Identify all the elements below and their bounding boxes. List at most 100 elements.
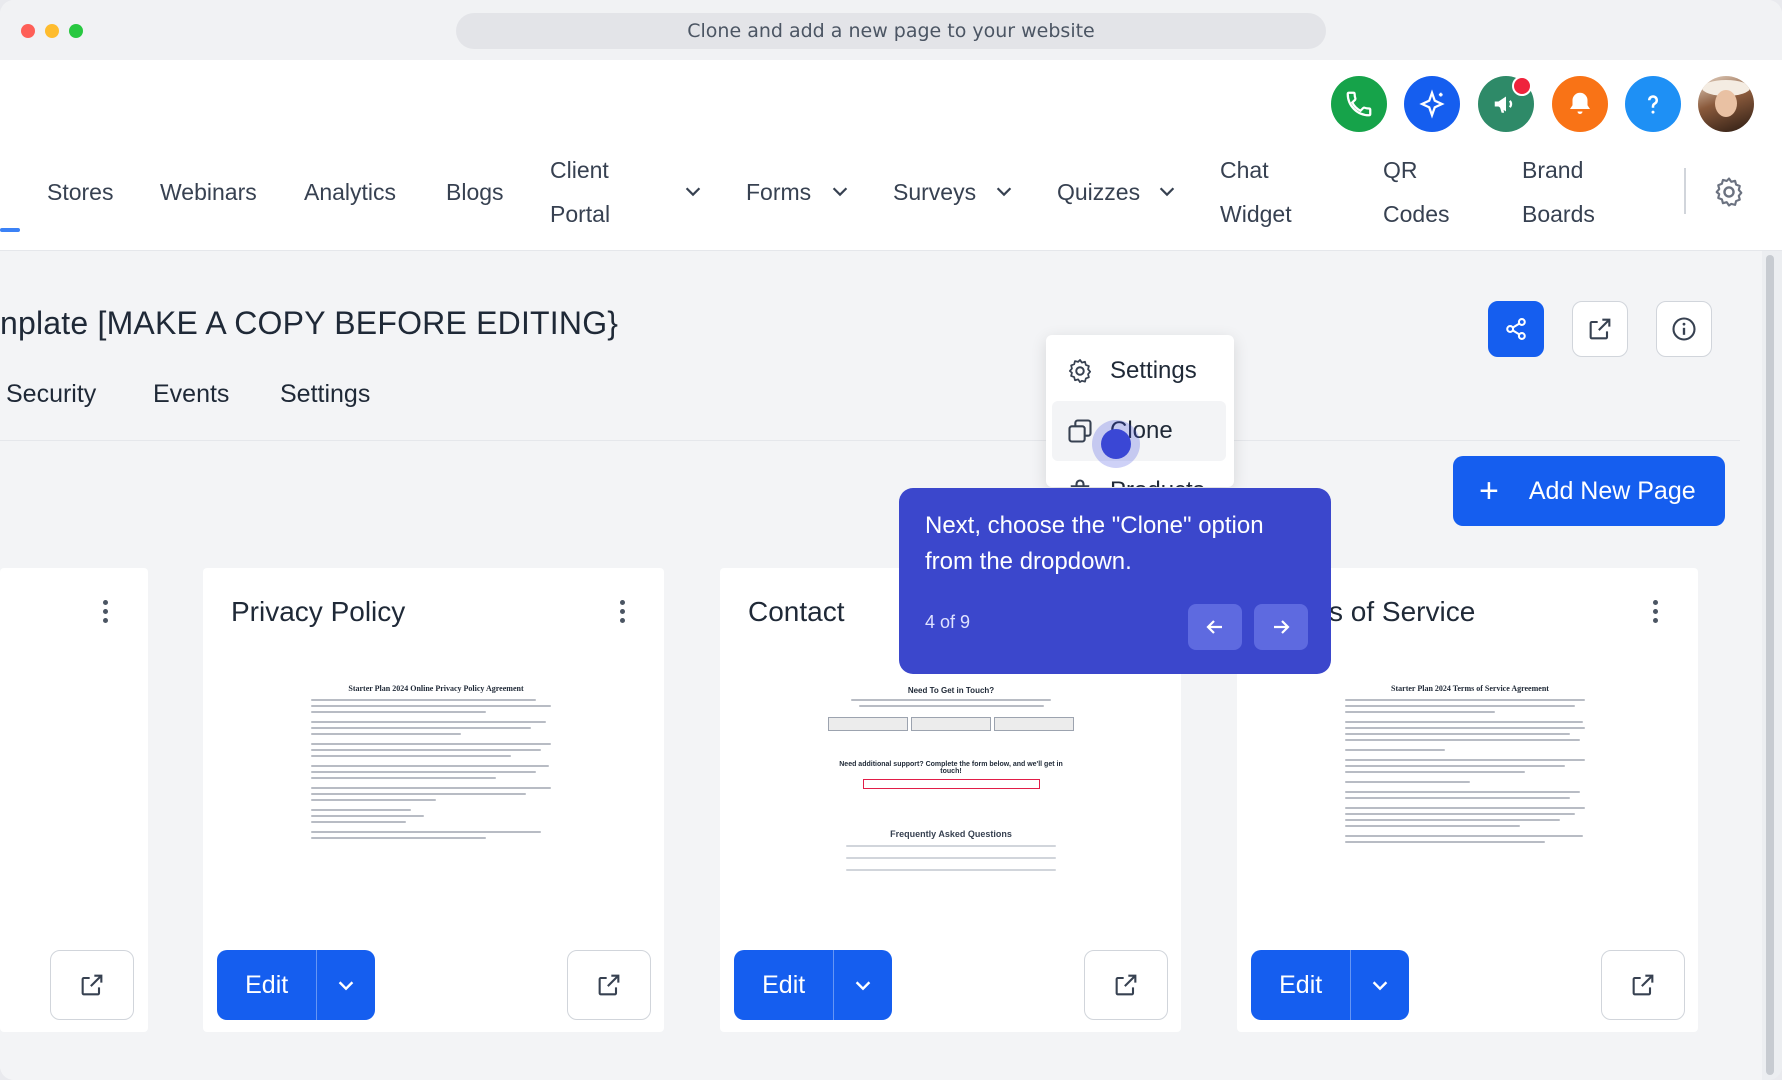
avatar[interactable] [1698, 76, 1754, 132]
notifications-button[interactable] [1552, 76, 1608, 132]
help-icon [1648, 95, 1658, 114]
nav-brand-boards-line1: Brand [1522, 157, 1584, 183]
external-link-icon [1632, 974, 1654, 996]
edit-dropdown-toggle[interactable] [317, 950, 375, 1020]
nav-chat-widget-line2: Widget [1220, 201, 1292, 227]
nav-chat-widget-line1: Chat [1220, 157, 1269, 183]
copy-icon [1068, 419, 1092, 443]
chevron-down-icon[interactable] [829, 180, 851, 202]
scrollbar-thumb[interactable] [1766, 255, 1774, 1075]
maximize-window-button[interactable] [69, 24, 83, 38]
kebab-menu-icon[interactable] [618, 600, 626, 626]
help-button[interactable] [1625, 76, 1681, 132]
open-page-button[interactable] [567, 950, 651, 1020]
nav-blogs[interactable]: Blogs [446, 170, 504, 214]
thumbnail-subheading: Need additional support? Complete the fo… [839, 761, 1063, 775]
active-tab-indicator [0, 228, 20, 232]
nav-qr-codes-line2: Codes [1383, 201, 1450, 227]
chevron-down-icon [855, 981, 871, 991]
chevron-down-icon[interactable] [682, 180, 704, 202]
external-link-icon [1115, 974, 1137, 996]
kebab-menu-icon[interactable] [101, 600, 109, 626]
arrow-left-icon [1206, 620, 1222, 634]
nav-quizzes[interactable]: Quizzes [1057, 170, 1140, 214]
share-icon [1506, 318, 1526, 340]
bell-icon [1570, 92, 1590, 114]
edit-split-button: Edit [217, 950, 375, 1020]
edit-button[interactable]: Edit [734, 950, 835, 1020]
tab-events[interactable]: Events [153, 380, 229, 409]
shopping-bag-icon [1070, 479, 1090, 487]
nav-divider [1684, 168, 1686, 214]
nav-qr-codes[interactable]: QR Codes [1383, 148, 1449, 236]
tooltip-previous-button[interactable] [1188, 604, 1242, 650]
nav-surveys[interactable]: Surveys [893, 170, 976, 214]
tab-security[interactable]: Security [6, 380, 96, 409]
tooltip-next-button[interactable] [1254, 604, 1308, 650]
sparkle-icon [1419, 89, 1445, 119]
open-page-button[interactable] [50, 950, 134, 1020]
page-title: nplate [MAKE A COPY BEFORE EDITING} [0, 305, 619, 341]
edit-dropdown-toggle[interactable] [834, 950, 892, 1020]
external-link-icon [81, 974, 103, 996]
ai-assist-button[interactable] [1404, 76, 1460, 132]
plus-icon: + [1479, 472, 1499, 510]
dropdown-item-label: Settings [1110, 357, 1197, 384]
gear-icon [1068, 359, 1092, 383]
phone-icon [1346, 91, 1372, 117]
open-page-button[interactable] [1601, 950, 1685, 1020]
minimize-window-button[interactable] [45, 24, 59, 38]
nav-client-portal-line1: Client [550, 157, 609, 183]
nav-brand-boards[interactable]: Brand Boards [1522, 148, 1595, 236]
kebab-menu-icon[interactable] [1651, 600, 1659, 626]
page-card-privacy-policy: Privacy Policy Starter Plan 2024 Online … [203, 568, 664, 1032]
open-page-button[interactable] [1084, 950, 1168, 1020]
address-bar[interactable]: Clone and add a new page to your website [456, 13, 1326, 49]
close-window-button[interactable] [21, 24, 35, 38]
external-link-icon [598, 974, 620, 996]
dropdown-item-settings[interactable]: Settings [1052, 341, 1226, 401]
dropdown-item-products[interactable]: Products [1052, 461, 1226, 487]
nav-analytics[interactable]: Analytics [304, 170, 396, 214]
nav-webinars[interactable]: Webinars [160, 170, 257, 214]
phone-button[interactable] [1331, 76, 1387, 132]
chevron-down-icon[interactable] [1156, 180, 1178, 202]
edit-button[interactable]: Edit [1251, 950, 1352, 1020]
card-actions-dropdown: Settings Clone Products [1046, 335, 1234, 487]
dropdown-item-label: Products [1110, 477, 1205, 487]
edit-dropdown-toggle[interactable] [1351, 950, 1409, 1020]
notification-badge [1512, 76, 1532, 96]
edit-button[interactable]: Edit [217, 950, 318, 1020]
thumbnail-heading: Need To Get in Touch? [907, 686, 995, 695]
thumbnail-heading: Starter Plan 2024 Online Privacy Policy … [348, 684, 524, 693]
info-icon [1672, 317, 1696, 341]
announcements-button[interactable] [1478, 76, 1534, 132]
info-button[interactable] [1656, 301, 1712, 357]
tab-settings[interactable]: Settings [280, 380, 370, 409]
add-new-page-button[interactable]: + Add New Page [1453, 456, 1725, 526]
edit-split-button: Edit [734, 950, 892, 1020]
title-bar: Clone and add a new page to your website [0, 0, 1782, 61]
tooltip-text: Next, choose the "Clone" option from the… [925, 512, 1264, 575]
nav-chat-widget[interactable]: Chat Widget [1220, 148, 1292, 236]
share-button[interactable] [1488, 301, 1544, 357]
nav-client-portal-line2: Portal [550, 201, 611, 227]
dropdown-item-clone[interactable]: Clone [1052, 401, 1226, 461]
click-indicator-dot [1101, 429, 1131, 459]
arrow-right-icon [1274, 620, 1290, 634]
thumbnail-faq-heading: Frequently Asked Questions [890, 829, 1012, 839]
tutorial-tooltip: Next, choose the "Clone" option from the… [899, 488, 1331, 674]
nav-stores[interactable]: Stores [47, 170, 113, 214]
nav-client-portal[interactable]: Client Portal [550, 148, 610, 236]
gear-icon[interactable] [1712, 175, 1746, 209]
page-preview-thumbnail: Need To Get in Touch? Need additional su… [826, 670, 1076, 910]
chevron-down-icon[interactable] [993, 180, 1015, 202]
tabs-divider [0, 440, 1740, 441]
open-external-button[interactable] [1572, 301, 1628, 357]
tooltip-step-counter: 4 of 9 [925, 612, 971, 632]
nav-forms[interactable]: Forms [746, 170, 811, 214]
card-title: s of Service [1329, 596, 1476, 627]
nav-brand-boards-line2: Boards [1522, 201, 1595, 227]
app-header: Stores Webinars Analytics Blogs Client P… [0, 60, 1782, 251]
chevron-down-icon [1372, 981, 1388, 991]
